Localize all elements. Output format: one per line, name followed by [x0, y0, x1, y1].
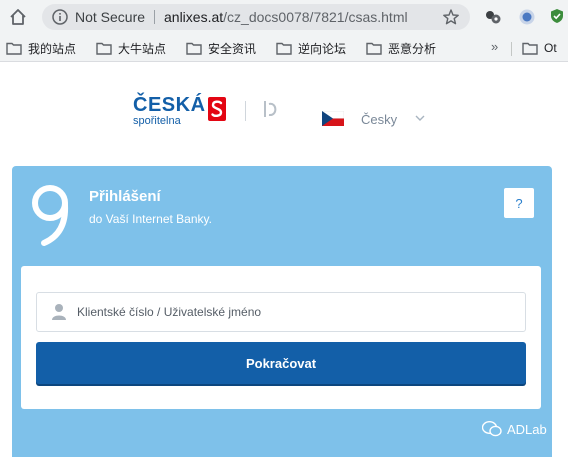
bookmark-star-icon[interactable]: [442, 8, 460, 26]
url-host: anlixes.at: [164, 9, 224, 25]
folder-icon: [186, 42, 202, 55]
logo-name: ČESKÁ: [133, 94, 206, 116]
login-title: Přihlášení: [89, 188, 161, 205]
username-field[interactable]: [36, 292, 526, 332]
url-text[interactable]: anlixes.at/cz_docs0078/7821/csas.html: [164, 9, 408, 25]
help-button[interactable]: ?: [504, 188, 534, 218]
home-icon[interactable]: [8, 7, 28, 27]
bookmark-label: Ot: [544, 41, 557, 55]
bookmark-label: 安全资讯: [208, 41, 257, 56]
bookmark-folder[interactable]: 安全资讯: [186, 39, 256, 57]
other-bookmarks-folder[interactable]: Ot: [522, 39, 557, 57]
bookmark-label: 我的站点: [28, 41, 77, 56]
bookmark-label: 恶意分析: [388, 41, 437, 56]
watermark-label: ADLab: [507, 421, 547, 437]
login-card: Přihlášení do Vaší Internet Banky. ? Pok…: [12, 166, 552, 457]
folder-icon: [366, 42, 382, 55]
watermark: ADLab: [482, 421, 547, 437]
bookmark-folder[interactable]: 大牛站点: [96, 39, 166, 57]
folder-icon: [522, 42, 538, 55]
url-path: /cz_docs0078/7821/csas.html: [223, 9, 408, 25]
login-form: Pokračovat: [21, 266, 541, 409]
folder-icon: [96, 42, 112, 55]
logo-swirl-icon: [32, 185, 69, 246]
identity-icon: [264, 101, 277, 117]
extension-icon[interactable]: [484, 8, 502, 26]
omnibox-divider: [154, 10, 155, 24]
bookmark-label: 逆向论坛: [298, 41, 347, 56]
bookmark-folder[interactable]: 逆向论坛: [276, 39, 346, 57]
login-subtitle: do Vaší Internet Banky.: [89, 212, 212, 226]
bookmarks-divider: [511, 42, 512, 56]
browser-toolbar: Not Secure anlixes.at/cz_docs0078/7821/c…: [0, 0, 568, 34]
security-status-label: Not Secure: [75, 9, 146, 25]
bookmarks-bar: 我的站点 大牛站点 安全资讯 逆向论坛 恶意分析 » Ot: [0, 34, 568, 62]
folder-icon: [276, 42, 292, 55]
shield-check-icon[interactable]: [549, 8, 565, 24]
folder-icon: [6, 42, 22, 55]
continue-button[interactable]: Pokračovat: [36, 342, 526, 384]
bank-logo[interactable]: ČESKÁ spořitelna: [133, 95, 206, 127]
chevron-down-icon[interactable]: [414, 112, 426, 124]
logo-subtitle: spořitelna: [133, 115, 181, 127]
info-icon[interactable]: [52, 9, 68, 25]
wechat-icon: [482, 421, 502, 437]
user-icon: [52, 304, 66, 320]
language-selector[interactable]: Česky: [361, 112, 397, 127]
bookmark-folder[interactable]: 恶意分析: [366, 39, 436, 57]
bookmark-folder[interactable]: 我的站点: [6, 39, 76, 57]
extension-icon[interactable]: [518, 8, 536, 26]
page-content: ČESKÁ spořitelna Česky Přihlášení do Vaš…: [0, 63, 568, 457]
bookmark-label: 大牛站点: [118, 41, 167, 56]
more-bookmarks-button[interactable]: »: [491, 39, 498, 54]
username-input[interactable]: [77, 302, 507, 322]
logo-s-symbol-icon: [208, 97, 226, 121]
header-divider: [245, 101, 246, 121]
czech-flag-icon: [322, 111, 344, 126]
address-bar[interactable]: Not Secure anlixes.at/cz_docs0078/7821/c…: [42, 4, 470, 30]
